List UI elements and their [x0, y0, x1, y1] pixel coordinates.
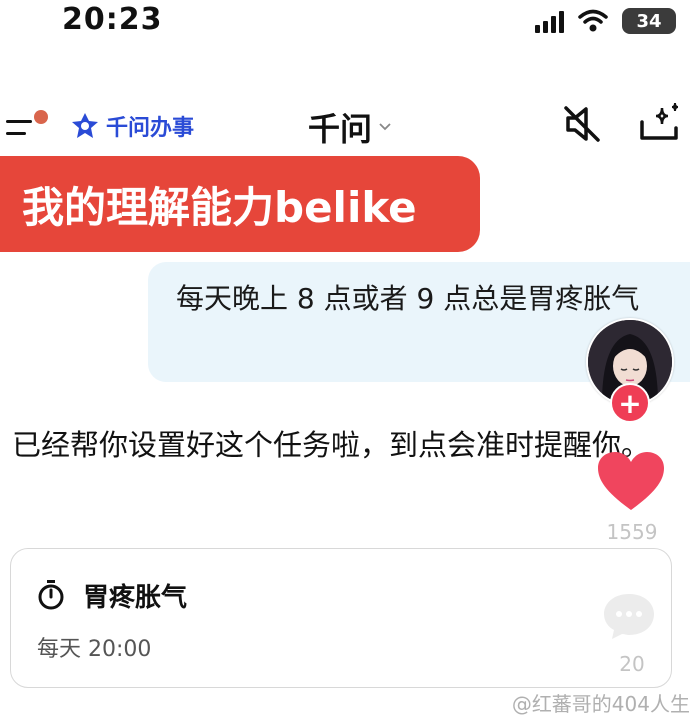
brand-label: 千问办事 — [106, 116, 195, 141]
app-title: 千问 — [308, 110, 373, 148]
assistant-reply: 已经帮你设置好这个任务啦，到点会准时提醒你。 — [12, 420, 662, 470]
status-icons: 34 — [535, 8, 676, 34]
status-time: 20:23 — [62, 2, 163, 37]
menu-button[interactable] — [6, 110, 48, 140]
meme-caption: 我的理解能力belike — [0, 156, 480, 252]
new-chat-sparkle-icon[interactable] — [636, 102, 682, 144]
heart-icon[interactable] — [596, 450, 666, 514]
app-header: 千问办事 千问 — [0, 96, 690, 156]
reminder-card[interactable]: 胃疼胀气 每天 20:00 — [10, 548, 672, 688]
timer-icon — [38, 580, 64, 610]
model-selector[interactable]: 千问 — [308, 104, 392, 150]
comment-count: 20 — [619, 652, 645, 676]
wifi-icon — [578, 9, 608, 32]
assistant-reply-text: 已经帮你设置好这个任务啦，到点会准时提醒你。 — [12, 428, 651, 462]
signal-icon — [535, 9, 564, 33]
mute-speaker-icon[interactable] — [562, 104, 604, 144]
chevron-down-icon — [379, 123, 391, 131]
watermark-text: @红蕃哥的404人生 — [511, 692, 690, 716]
watermark: @红蕃哥的404人生 — [512, 688, 690, 717]
reminder-schedule: 每天 20:00 — [37, 637, 152, 662]
user-message-text: 每天晚上 8 点或者 9 点总是胃疼胀气 — [176, 282, 640, 315]
follow-button[interactable]: + — [610, 383, 650, 423]
brand-link[interactable]: 千问办事 — [70, 110, 194, 142]
battery-indicator: 34 — [622, 8, 676, 34]
brand-logo-icon — [72, 113, 98, 138]
notification-dot — [34, 110, 48, 124]
like-count: 1559 — [606, 520, 658, 544]
meme-caption-text: 我的理解能力belike — [22, 182, 417, 232]
reminder-title: 胃疼胀气 — [83, 583, 188, 613]
comment-icon[interactable] — [600, 590, 658, 642]
